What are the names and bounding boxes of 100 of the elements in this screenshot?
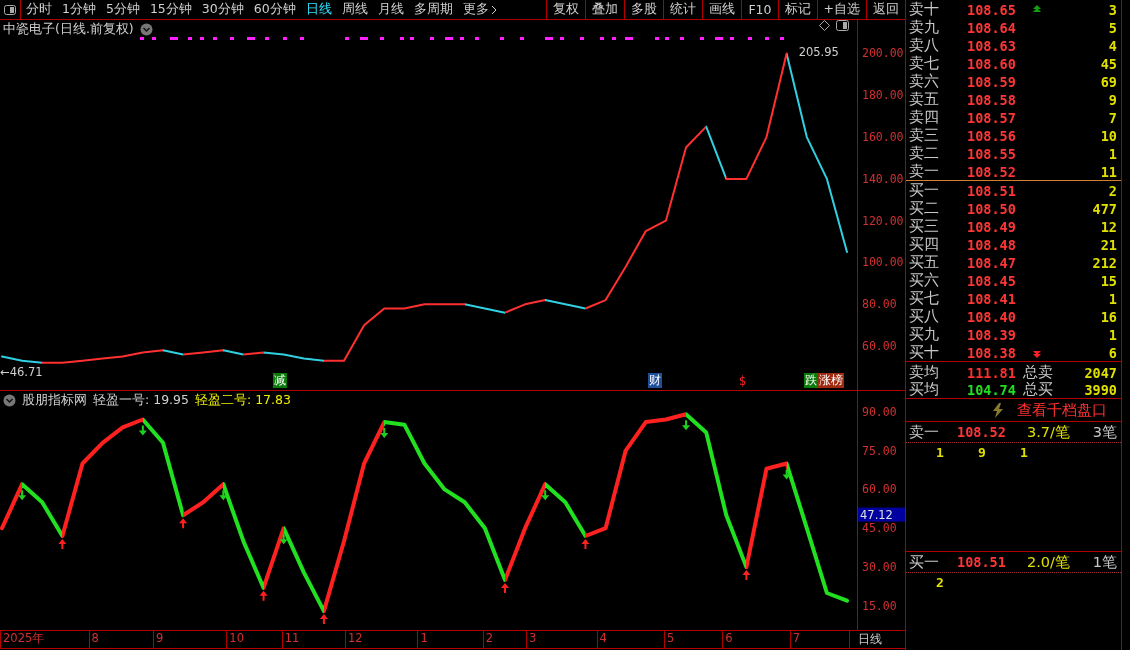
queue-order: 2 bbox=[936, 575, 945, 590]
date-label: 1 bbox=[417, 631, 428, 648]
period-tab[interactable]: 5分钟 bbox=[100, 1, 145, 18]
date-label: 5 bbox=[663, 631, 675, 648]
order-volume: 1 bbox=[1107, 326, 1117, 343]
period-tab[interactable]: 多周期 bbox=[408, 1, 458, 18]
order-volume: 4 bbox=[1107, 37, 1117, 54]
low-price-label: ←46.71 bbox=[0, 365, 43, 379]
order-volume: 21 bbox=[1099, 236, 1117, 253]
order-volume: 7 bbox=[1107, 109, 1117, 126]
date-label: 8 bbox=[88, 631, 99, 648]
event-marker[interactable]: $ bbox=[738, 374, 748, 388]
order-volume: 69 bbox=[1099, 73, 1117, 90]
period-tab[interactable]: 60分钟 bbox=[248, 1, 301, 18]
up-arrow-icon bbox=[319, 614, 328, 625]
date-label: 6 bbox=[722, 631, 733, 648]
down-arrow-icon bbox=[138, 425, 147, 436]
axis-label: 100.00 bbox=[862, 255, 904, 270]
toolbar-button[interactable]: 标记 bbox=[777, 0, 817, 19]
toolbar-button[interactable]: 画线 bbox=[702, 0, 742, 19]
date-label: 9 bbox=[152, 631, 164, 648]
order-volume: 45 bbox=[1099, 55, 1117, 72]
order-label: 买七 bbox=[909, 289, 940, 308]
peak-price-label: 205.95 bbox=[798, 45, 839, 60]
period-tab[interactable]: 周线 bbox=[336, 1, 373, 18]
period-tab[interactable]: 更多 bbox=[457, 1, 502, 18]
order-label: 买六 bbox=[909, 271, 940, 290]
average-price: 111.81 bbox=[967, 364, 1015, 381]
axis-label: 160.00 bbox=[862, 130, 904, 145]
period-tab[interactable]: 分时 bbox=[21, 1, 57, 18]
dropdown-icon[interactable] bbox=[3, 394, 16, 407]
period-tab[interactable]: 15分钟 bbox=[144, 1, 197, 18]
toolbar-button[interactable]: 复权 bbox=[546, 0, 586, 19]
period-tab[interactable]: 30分钟 bbox=[196, 1, 249, 18]
order-label: 卖八 bbox=[909, 36, 940, 55]
summary-label: 总买 bbox=[1022, 380, 1054, 399]
order-volume: 10 bbox=[1099, 127, 1117, 144]
down-arrow-icon bbox=[682, 420, 691, 431]
order-label: 卖二 bbox=[909, 144, 940, 163]
lightning-icon bbox=[993, 402, 1003, 418]
queue-order: 1 bbox=[936, 445, 945, 460]
order-volume: 3 bbox=[1031, 1, 1117, 18]
axis-label: 140.00 bbox=[862, 171, 904, 186]
down-arrow-icon bbox=[380, 428, 389, 439]
down-arrow-icon bbox=[541, 490, 550, 501]
order-volume: 1 bbox=[1107, 290, 1117, 307]
queue-price: 108.51 bbox=[957, 554, 1007, 570]
date-label: 3 bbox=[526, 631, 537, 648]
date-label: 12 bbox=[345, 631, 363, 648]
queue-average: 3.7/笔 bbox=[1027, 422, 1071, 442]
event-marker[interactable]: 财 bbox=[648, 373, 662, 388]
order-label: 卖四 bbox=[909, 108, 940, 127]
order-price: 108.49 bbox=[967, 218, 1017, 235]
depth-link[interactable]: 查看千档盘口 bbox=[1017, 400, 1107, 420]
order-price: 108.47 bbox=[967, 254, 1017, 271]
toolbar-button[interactable]: 返回 bbox=[866, 0, 905, 19]
event-marker[interactable]: 涨榜 bbox=[818, 373, 844, 388]
queue-label: 卖一 bbox=[909, 422, 940, 442]
average-price: 104.74 bbox=[967, 381, 1015, 398]
toolbar-button[interactable]: +自选 bbox=[816, 0, 866, 19]
toolbar-button[interactable]: 叠加 bbox=[585, 0, 625, 19]
period-tab[interactable]: 月线 bbox=[372, 1, 409, 18]
axis-label: 60.00 bbox=[862, 339, 897, 354]
down-arrow-icon bbox=[1033, 349, 1041, 358]
order-label: 买九 bbox=[909, 325, 940, 344]
toolbar-button[interactable]: F10 bbox=[741, 0, 778, 19]
period-tab[interactable]: 日线 bbox=[300, 1, 337, 18]
dropdown-icon[interactable] bbox=[139, 23, 153, 36]
order-price: 108.55 bbox=[967, 145, 1017, 162]
order-price: 108.41 bbox=[967, 290, 1017, 307]
up-arrow-icon bbox=[581, 539, 590, 549]
event-marker[interactable]: 减 bbox=[273, 373, 287, 388]
event-marker[interactable]: 跌 bbox=[804, 373, 818, 388]
summary-label: 卖均 bbox=[909, 363, 940, 382]
down-arrow-icon bbox=[219, 490, 228, 501]
summary-label: 总卖 bbox=[1022, 363, 1054, 382]
toolbar-button[interactable]: 统计 bbox=[663, 0, 703, 19]
order-label: 买十 bbox=[909, 343, 940, 362]
up-arrow-icon bbox=[259, 590, 268, 601]
period-tab[interactable]: 1分钟 bbox=[57, 1, 101, 18]
period-label: 日线 bbox=[849, 631, 905, 648]
order-price: 108.38 bbox=[967, 344, 1017, 361]
order-price: 108.64 bbox=[967, 19, 1017, 36]
order-label: 卖九 bbox=[909, 18, 940, 37]
axis-label: 15.00 bbox=[862, 598, 897, 613]
down-arrow-icon bbox=[18, 490, 27, 501]
order-price: 108.48 bbox=[967, 236, 1017, 253]
down-arrow-icon bbox=[782, 469, 791, 480]
order-price: 108.59 bbox=[967, 73, 1017, 90]
toolbar-button[interactable]: 多股 bbox=[624, 0, 664, 19]
diamond-icon[interactable] bbox=[819, 20, 830, 31]
order-price: 108.51 bbox=[967, 182, 1017, 199]
order-label: 卖六 bbox=[909, 72, 940, 91]
axis-label: 60.00 bbox=[862, 482, 897, 497]
panel-icon[interactable] bbox=[836, 20, 849, 31]
date-label: 10 bbox=[226, 631, 244, 648]
queue-count: 1笔 bbox=[1091, 552, 1117, 572]
axis-label: 80.00 bbox=[862, 297, 897, 312]
order-label: 卖一 bbox=[909, 162, 940, 181]
order-volume: 16 bbox=[1099, 308, 1117, 325]
